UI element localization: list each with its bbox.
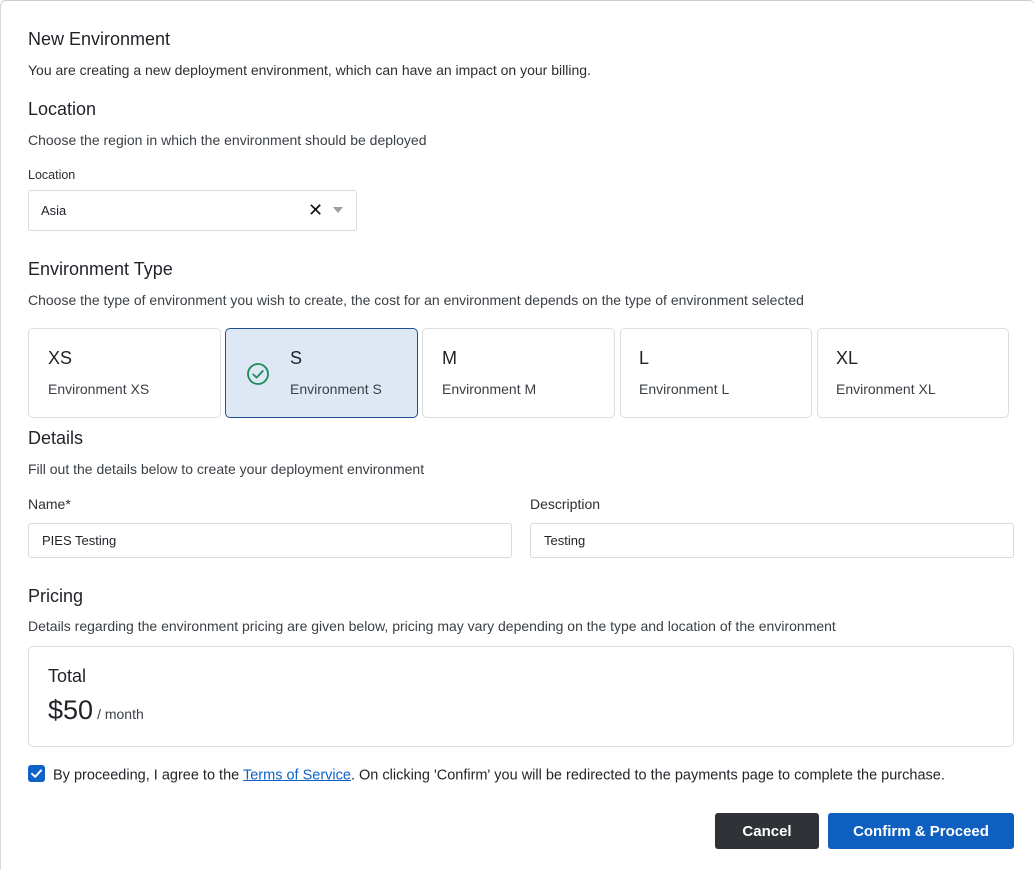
dialog-title: New Environment: [28, 29, 171, 49]
details-section-description: Fill out the details below to create you…: [28, 461, 425, 477]
environment-option-name: Environment XS: [48, 381, 150, 397]
environment-option-m[interactable]: M Environment M: [422, 328, 615, 418]
pricing-section-description: Details regarding the environment pricin…: [28, 618, 836, 634]
total-amount: $50: [48, 695, 94, 725]
environment-option-code: XL: [836, 348, 859, 368]
environment-option-xl[interactable]: XL Environment XL: [817, 328, 1009, 418]
pricing-section-title: Pricing: [28, 586, 84, 606]
environment-option-name: Environment XL: [836, 381, 936, 397]
check-circle-icon: [247, 363, 269, 385]
environment-option-s[interactable]: S Environment S: [225, 328, 418, 418]
environment-type-section-title: Environment Type: [28, 259, 173, 279]
terms-checkbox[interactable]: [28, 765, 45, 782]
environment-option-code: M: [442, 348, 457, 368]
new-environment-dialog: New Environment You are creating a new d…: [0, 0, 1035, 870]
confirm-proceed-button[interactable]: Confirm & Proceed: [828, 813, 1014, 849]
total-label: Total: [48, 666, 87, 686]
total-unit: / month: [97, 706, 144, 722]
environment-option-code: XS: [48, 348, 73, 368]
terms-text-before: By proceeding, I agree to the: [53, 767, 243, 784]
terms-of-service-link[interactable]: Terms of Service: [243, 767, 351, 783]
description-field-label: Description: [530, 496, 601, 512]
total-price: $50/ month: [48, 695, 144, 726]
location-select-value: Asia: [41, 203, 67, 218]
location-section-title: Location: [28, 99, 97, 119]
details-section-title: Details: [28, 428, 84, 448]
pricing-summary: Total $50/ month: [28, 646, 1014, 747]
location-select[interactable]: Asia ✕: [28, 190, 357, 231]
location-section-description: Choose the region in which the environme…: [28, 132, 427, 148]
name-input[interactable]: [28, 523, 512, 558]
terms-text-after: . On clicking 'Confirm' you will be redi…: [350, 767, 945, 784]
environment-option-name: Environment S: [290, 381, 382, 397]
caret-down-icon[interactable]: [333, 207, 343, 213]
terms-agreement: By proceeding, I agree to the Terms of S…: [28, 765, 945, 784]
environment-option-name: Environment M: [442, 381, 537, 397]
environment-option-name: Environment L: [639, 381, 730, 397]
environment-option-l[interactable]: L Environment L: [620, 328, 812, 418]
close-icon[interactable]: ✕: [308, 200, 323, 220]
environment-option-code: L: [639, 348, 650, 368]
environment-option-code: S: [290, 348, 303, 368]
dialog-subtitle: You are creating a new deployment enviro…: [28, 62, 591, 78]
cancel-button[interactable]: Cancel: [715, 813, 819, 849]
environment-option-xs[interactable]: XS Environment XS: [28, 328, 221, 418]
location-field-label: Location: [28, 168, 76, 182]
environment-type-section-description: Choose the type of environment you wish …: [28, 292, 804, 308]
description-input[interactable]: [530, 523, 1014, 558]
checkmark-icon: [31, 769, 42, 778]
name-field-label: Name*: [28, 496, 71, 512]
